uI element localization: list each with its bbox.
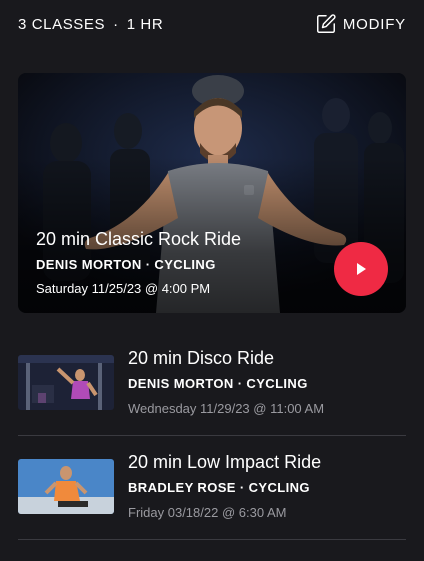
list-divider — [18, 539, 406, 540]
plan-summary: 3 CLASSES · 1 HR — [18, 16, 163, 33]
class-meta: DENIS MORTON · CYCLING — [128, 376, 308, 391]
class-thumbnail — [18, 355, 114, 410]
plan-header: 3 CLASSES · 1 HR MODIFY — [0, 0, 424, 50]
list-divider — [18, 435, 406, 436]
class-title: 20 min Low Impact Ride — [128, 452, 322, 472]
play-button[interactable] — [334, 242, 388, 296]
featured-class-date: Saturday 11/25/23 @ 4:00 PM — [36, 281, 211, 296]
class-count: 3 CLASSES — [18, 16, 106, 33]
class-item[interactable]: 20 min Low Impact Ride BRADLEY ROSE · CY… — [18, 452, 406, 561]
play-icon — [357, 263, 366, 275]
class-date: Friday 03/18/22 @ 6:30 AM — [128, 505, 287, 520]
total-duration: 1 HR — [126, 16, 164, 33]
class-date: Wednesday 11/29/23 @ 11:00 AM — [128, 401, 325, 416]
featured-class-meta: DENIS MORTON · CYCLING — [36, 257, 216, 272]
modify-label: MODIFY — [342, 15, 406, 33]
featured-class-title: 20 min Classic Rock Ride — [36, 229, 242, 249]
class-item[interactable]: 20 min Disco Ride DENIS MORTON · CYCLING… — [18, 348, 406, 457]
modify-button[interactable]: MODIFY — [315, 13, 406, 35]
class-meta: BRADLEY ROSE · CYCLING — [128, 480, 310, 495]
class-thumbnail — [18, 459, 114, 514]
edit-icon — [316, 14, 336, 33]
summary-separator: · — [113, 16, 119, 33]
class-title: 20 min Disco Ride — [128, 348, 275, 368]
featured-class-card[interactable]: 20 min Classic Rock Ride DENIS MORTON · … — [18, 73, 406, 313]
